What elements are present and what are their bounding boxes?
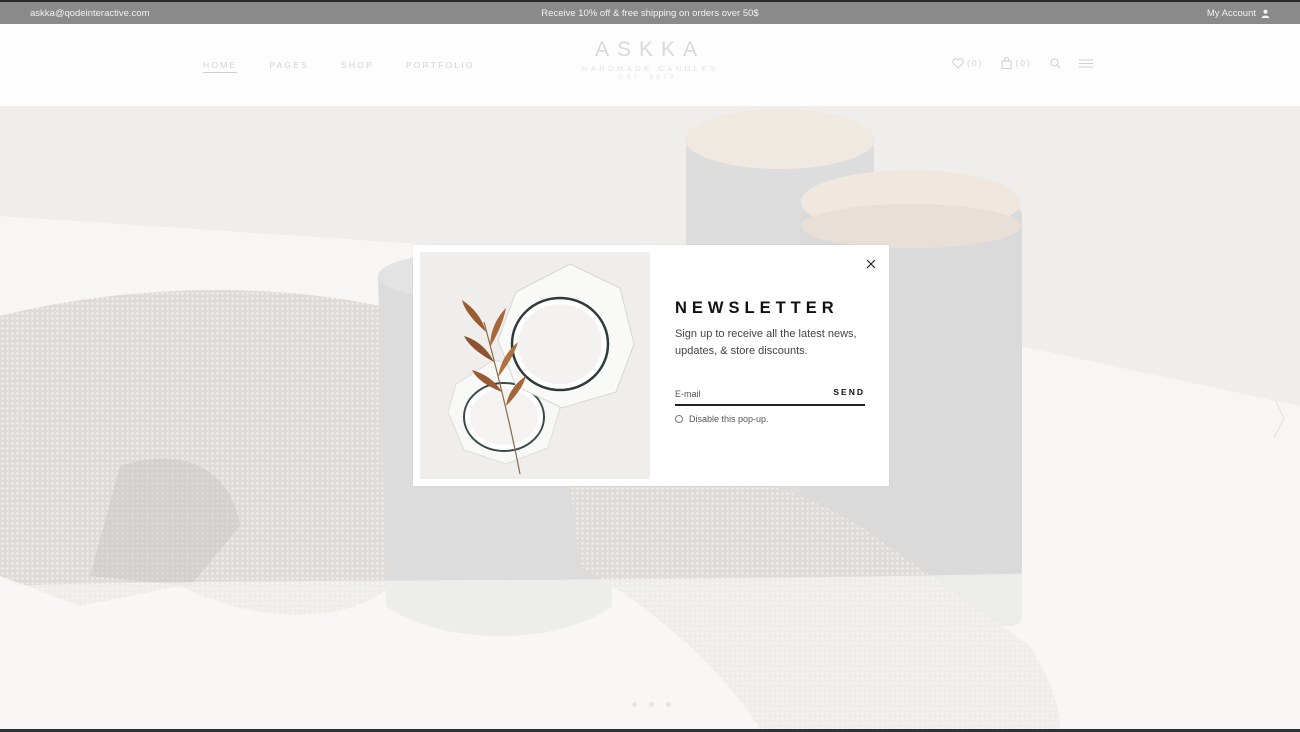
- promo-text: Receive 10% off & free shipping on order…: [541, 8, 759, 19]
- top-bar: askka@qodeinteractive.com Receive 10% of…: [0, 0, 1300, 24]
- cart-button[interactable]: (0): [1001, 57, 1031, 69]
- logo-name: ASKKA: [594, 38, 706, 61]
- slider-dot[interactable]: [649, 702, 654, 707]
- close-icon[interactable]: [864, 257, 878, 271]
- popup-image: [420, 252, 650, 479]
- popup-description: Sign up to receive all the latest news, …: [675, 328, 857, 357]
- disable-popup-checkbox[interactable]: [675, 415, 683, 423]
- bag-icon: [1001, 57, 1012, 69]
- email-field[interactable]: [675, 386, 815, 402]
- slider-dot[interactable]: [632, 702, 637, 707]
- user-icon: [1261, 9, 1270, 18]
- heart-icon: [952, 57, 964, 69]
- site-logo[interactable]: ASKKA HANDMADE CANDLES EST. 1970.: [0, 38, 1300, 81]
- my-account-link[interactable]: My Account: [1207, 8, 1270, 19]
- send-button[interactable]: SEND: [833, 387, 865, 397]
- newsletter-popup: NEWSLETTER Sign up to receive all the la…: [413, 245, 889, 486]
- logo-tagline: HANDMADE CANDLES: [581, 64, 719, 73]
- disable-popup-option[interactable]: Disable this pop-up.: [675, 414, 769, 424]
- site-header: HOME PAGES SHOP PORTFOLIO ASKKA HANDMADE…: [0, 24, 1300, 106]
- newsletter-form: SEND: [675, 384, 865, 406]
- menu-icon[interactable]: [1078, 59, 1093, 68]
- search-icon[interactable]: [1050, 57, 1061, 69]
- logo-est: EST. 1970.: [619, 74, 681, 81]
- prev-slide-icon[interactable]: [14, 396, 28, 440]
- wishlist-count: (0): [967, 58, 984, 68]
- slider-dot[interactable]: [666, 702, 671, 707]
- cart-count: (0): [1015, 58, 1032, 68]
- next-slide-icon[interactable]: [1272, 396, 1286, 440]
- popup-title: NEWSLETTER: [675, 299, 839, 317]
- header-actions: (0) (0): [952, 57, 1093, 69]
- disable-popup-label: Disable this pop-up.: [689, 414, 769, 424]
- wishlist-button[interactable]: (0): [952, 57, 984, 69]
- my-account-label: My Account: [1206, 8, 1256, 19]
- slider-dots: [632, 702, 671, 707]
